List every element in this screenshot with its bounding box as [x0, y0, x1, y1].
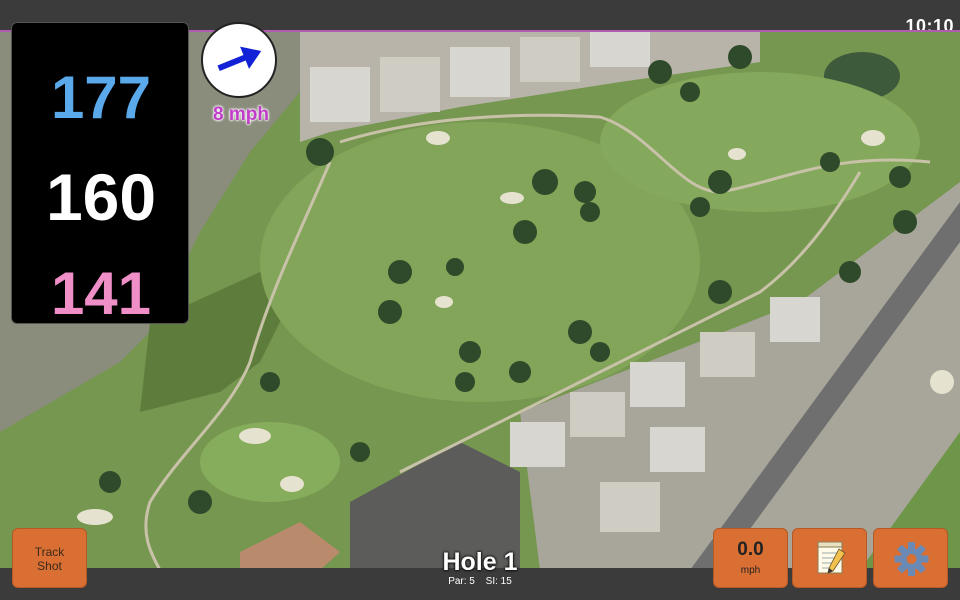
- back-yardage: 177: [50, 64, 152, 131]
- center-yardage: 160: [45, 160, 157, 234]
- speed-button[interactable]: 0.0 mph: [713, 528, 788, 588]
- hole-title: Hole 1: [442, 548, 518, 576]
- notes-button[interactable]: [792, 528, 867, 588]
- track-shot-button[interactable]: Track Shot: [12, 528, 87, 588]
- hole-par: Par: 5: [448, 576, 475, 587]
- wind-indicator: [201, 22, 277, 98]
- settings-button[interactable]: [873, 528, 948, 588]
- hole-details: Par: 5 SI: 15: [380, 576, 580, 587]
- speed-unit: mph: [740, 565, 761, 576]
- wind-direction-arrow-icon: [217, 46, 262, 72]
- speed-value: 0.0: [737, 539, 764, 560]
- wind-speed-label: 8 mph: [213, 104, 269, 125]
- front-yardage: 141: [50, 260, 152, 327]
- track-shot-label-line2: Shot: [37, 559, 62, 573]
- yardage-panel: 177 160 141: [11, 22, 189, 327]
- notepad-icon: [817, 541, 846, 574]
- hole-stroke-index: SI: 15: [485, 576, 512, 587]
- gear-icon: [894, 542, 929, 576]
- track-shot-label-line1: Track: [34, 545, 65, 559]
